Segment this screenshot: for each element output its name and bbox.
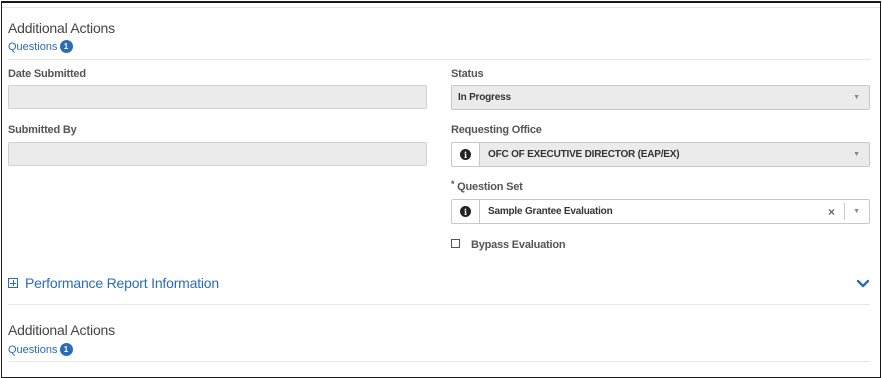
plus-square-icon[interactable] — [8, 278, 18, 288]
select-separator — [844, 203, 845, 220]
bypass-evaluation-label[interactable]: Bypass Evaluation — [471, 239, 566, 251]
submitted-by-label: Submitted By — [8, 124, 77, 136]
caret-down-icon[interactable]: ▼ — [853, 94, 860, 101]
section-divider — [8, 361, 870, 362]
status-label: Status — [451, 68, 484, 80]
required-marker: * — [451, 179, 455, 189]
clear-icon[interactable]: × — [828, 205, 835, 219]
questions-count-badge: 1 — [59, 343, 73, 356]
info-button[interactable]: i — [452, 200, 480, 223]
date-submitted-label: Date Submitted — [8, 68, 86, 80]
date-submitted-field[interactable] — [8, 85, 427, 109]
requesting-office-select[interactable]: i OFC OF EXECUTIVE DIRECTOR (EAP/EX) ▼ — [451, 142, 870, 167]
bypass-evaluation-checkbox[interactable] — [451, 239, 460, 248]
question-set-label-row: * Question Set — [451, 179, 523, 193]
questions-link-label[interactable]: Questions — [8, 344, 58, 356]
questions-count-badge: 1 — [59, 40, 73, 53]
form-panel: Additional Actions Questions 1 Date Subm… — [1, 1, 881, 378]
questions-link[interactable]: Questions 1 — [8, 343, 73, 356]
requesting-office-label: Requesting Office — [451, 124, 542, 136]
section-title: Additional Actions — [8, 322, 115, 338]
status-select[interactable]: In Progress ▼ — [451, 85, 870, 110]
section-divider — [8, 59, 870, 60]
info-icon: i — [460, 206, 471, 217]
question-set-value: Sample Grantee Evaluation — [488, 206, 613, 217]
question-set-select[interactable]: i Sample Grantee Evaluation × ▼ — [451, 199, 870, 224]
caret-down-icon[interactable]: ▼ — [853, 151, 860, 158]
performance-report-title[interactable]: Performance Report Information — [25, 275, 219, 291]
chevron-down-icon[interactable] — [856, 277, 870, 291]
section-title: Additional Actions — [8, 20, 115, 36]
submitted-by-field[interactable] — [8, 142, 427, 166]
section-divider — [8, 304, 870, 305]
info-icon: i — [460, 149, 471, 160]
top-divider — [2, 7, 880, 8]
info-button[interactable]: i — [452, 143, 480, 166]
questions-link-label[interactable]: Questions — [8, 41, 58, 53]
caret-down-icon[interactable]: ▼ — [853, 208, 860, 215]
question-set-label: Question Set — [457, 181, 523, 193]
status-value: In Progress — [458, 92, 511, 103]
questions-link[interactable]: Questions 1 — [8, 40, 73, 53]
requesting-office-value: OFC OF EXECUTIVE DIRECTOR (EAP/EX) — [488, 149, 680, 160]
